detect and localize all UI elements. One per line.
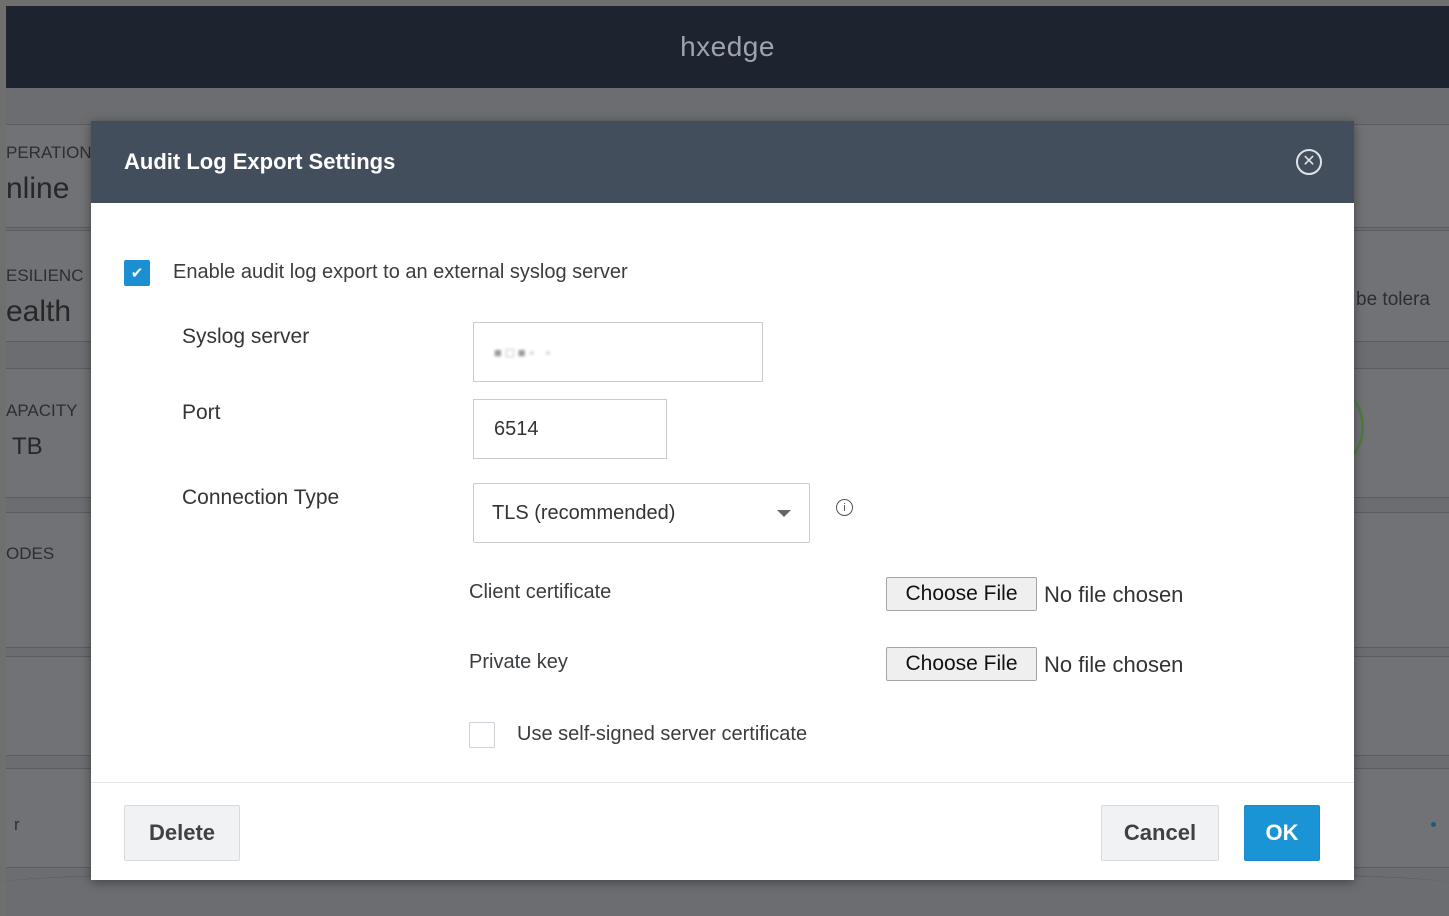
bg-status-dot xyxy=(1431,822,1436,827)
connection-type-select[interactable]: TLS (recommended) xyxy=(473,483,810,543)
enable-export-label: Enable audit log export to an external s… xyxy=(173,261,628,283)
bg-capacity-value: TB xyxy=(12,433,43,460)
connection-type-value: TLS (recommended) xyxy=(492,501,676,524)
bg-resiliency-label: ESILIENC xyxy=(6,266,84,285)
app-header: hxedge xyxy=(6,6,1449,88)
bg-operational-value: nline xyxy=(6,172,70,205)
close-icon[interactable]: ✕ xyxy=(1296,149,1322,175)
client-certificate-choose-file-button[interactable]: Choose File xyxy=(886,577,1037,611)
delete-button[interactable]: Delete xyxy=(124,805,240,861)
private-key-choose-file-button[interactable]: Choose File xyxy=(886,647,1037,681)
cancel-button[interactable]: Cancel xyxy=(1101,805,1219,861)
port-label: Port xyxy=(182,401,221,424)
info-icon[interactable]: i xyxy=(836,499,853,516)
connection-type-label: Connection Type xyxy=(182,486,340,509)
client-certificate-label: Client certificate xyxy=(469,581,612,603)
bg-capacity-label: APACITY xyxy=(6,401,78,420)
bg-resiliency-right-text: be tolera xyxy=(1356,289,1430,310)
dialog-title: Audit Log Export Settings xyxy=(124,149,396,174)
enable-export-checkbox[interactable]: ✔ xyxy=(124,260,150,286)
self-signed-label: Use self-signed server certificate xyxy=(517,723,808,745)
private-key-label: Private key xyxy=(469,651,568,673)
bg-operational-label: PERATION xyxy=(6,143,92,162)
syslog-server-input[interactable]: ■□■▫ ▫ xyxy=(473,322,763,382)
audit-log-export-dialog: Audit Log Export Settings ✕ ✔ Enable aud… xyxy=(91,121,1354,880)
syslog-server-value: ■□■▫ ▫ xyxy=(494,344,555,360)
port-input[interactable]: 6514 xyxy=(473,399,667,459)
private-key-file-status: No file chosen xyxy=(1044,652,1184,677)
self-signed-checkbox[interactable] xyxy=(469,722,495,748)
ok-button[interactable]: OK xyxy=(1244,805,1320,861)
syslog-server-label: Syslog server xyxy=(182,325,310,348)
dialog-footer: Delete Cancel OK xyxy=(91,782,1354,880)
bg-resiliency-value: ealth xyxy=(6,295,72,328)
chevron-down-icon xyxy=(777,510,791,517)
bg-bottom-left-text: r xyxy=(14,815,20,834)
client-certificate-file-status: No file chosen xyxy=(1044,582,1184,607)
port-value: 6514 xyxy=(494,417,539,440)
bg-nodes-label: ODES xyxy=(6,544,55,563)
dialog-header: Audit Log Export Settings ✕ xyxy=(91,121,1354,203)
dialog-body: ✔ Enable audit log export to an external… xyxy=(91,203,1354,783)
app-title: hxedge xyxy=(680,31,775,62)
